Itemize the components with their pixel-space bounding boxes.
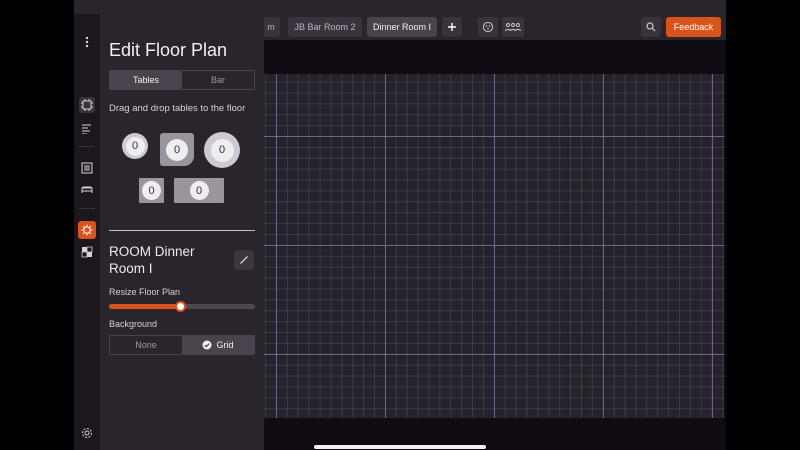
table-square-small[interactable]: 0 [139, 178, 164, 203]
panel-title: Edit Floor Plan [109, 40, 228, 60]
table-seat-count: 0 [142, 181, 161, 200]
table-seat-count: 0 [210, 138, 234, 162]
table-seat-count: 0 [125, 136, 145, 156]
search-button[interactable] [641, 17, 661, 37]
people-icon [505, 23, 521, 32]
tab-tables[interactable]: Tables [110, 71, 182, 89]
drag-hint: Drag and drop tables to the floor [109, 103, 246, 114]
settings-icon [82, 428, 92, 438]
tab-bar[interactable]: Bar [182, 71, 254, 89]
feedback-button[interactable]: Feedback [666, 17, 721, 37]
background-toggle: None Grid [109, 335, 255, 355]
floor-plan-canvas[interactable] [264, 74, 724, 418]
rail-divider [79, 208, 95, 209]
table-view-button[interactable] [478, 17, 498, 37]
table-rectangle[interactable]: 0 [174, 178, 224, 203]
table-seat-count: 0 [166, 138, 188, 161]
rail-floor-plan[interactable] [79, 97, 95, 113]
table-round-large[interactable]: 0 [204, 132, 240, 168]
background-grid-option[interactable]: Grid [182, 336, 254, 354]
rail-rooms[interactable] [79, 182, 95, 198]
background-grid-label: Grid [216, 340, 234, 350]
tab-jb-bar-room-2[interactable]: JB Bar Room 2 [288, 17, 362, 37]
edit-room-name-button[interactable] [234, 250, 254, 270]
seating-view-button[interactable] [502, 17, 524, 37]
resize-label: Resize Floor Plan [109, 287, 181, 297]
floor-plan-app: m JB Bar Room 2 Dinner Room I Feedback E… [74, 0, 726, 450]
circle-grid-icon [482, 21, 494, 33]
menu-list-icon [81, 162, 93, 174]
more-menu-button[interactable] [79, 34, 95, 50]
tables-bar-toggle: Tables Bar [109, 70, 255, 90]
resize-slider[interactable] [109, 301, 255, 312]
rail-edit-floor-plan[interactable] [78, 221, 96, 239]
add-room-button[interactable] [442, 17, 462, 37]
table-round-small[interactable]: 0 [122, 133, 148, 159]
floor-plan-icon [81, 99, 93, 111]
plus-icon [448, 23, 456, 31]
tab-dinner-room-i[interactable]: Dinner Room I [367, 17, 437, 37]
resize-slider-fill [109, 304, 181, 309]
more-vertical-icon [85, 36, 89, 48]
table-seat-count: 0 [189, 181, 209, 200]
rail-layers[interactable] [79, 244, 95, 260]
rail-menu[interactable] [79, 160, 95, 176]
table-square-rounded[interactable]: 0 [160, 133, 194, 166]
check-circle-icon [202, 340, 212, 350]
bed-icon [81, 186, 93, 193]
background-none-option[interactable]: None [110, 336, 182, 354]
table-settings-icon [81, 224, 93, 236]
search-icon [646, 22, 656, 32]
room-name: ROOM Dinner Room I [109, 244, 195, 276]
resize-slider-thumb[interactable] [175, 301, 187, 312]
rail-align[interactable] [79, 121, 95, 137]
list-align-icon [82, 124, 91, 134]
tab-room-partial[interactable]: m [262, 17, 280, 37]
rail-divider [79, 146, 95, 147]
settings-button[interactable] [79, 425, 95, 441]
icon-rail [74, 14, 100, 450]
edit-floor-plan-panel: Edit Floor Plan Tables Bar Drag and drop… [100, 14, 264, 450]
background-label: Background [109, 319, 158, 329]
layers-icon [81, 246, 93, 258]
home-indicator [314, 445, 486, 449]
pencil-icon [240, 256, 248, 264]
panel-divider [109, 230, 255, 231]
